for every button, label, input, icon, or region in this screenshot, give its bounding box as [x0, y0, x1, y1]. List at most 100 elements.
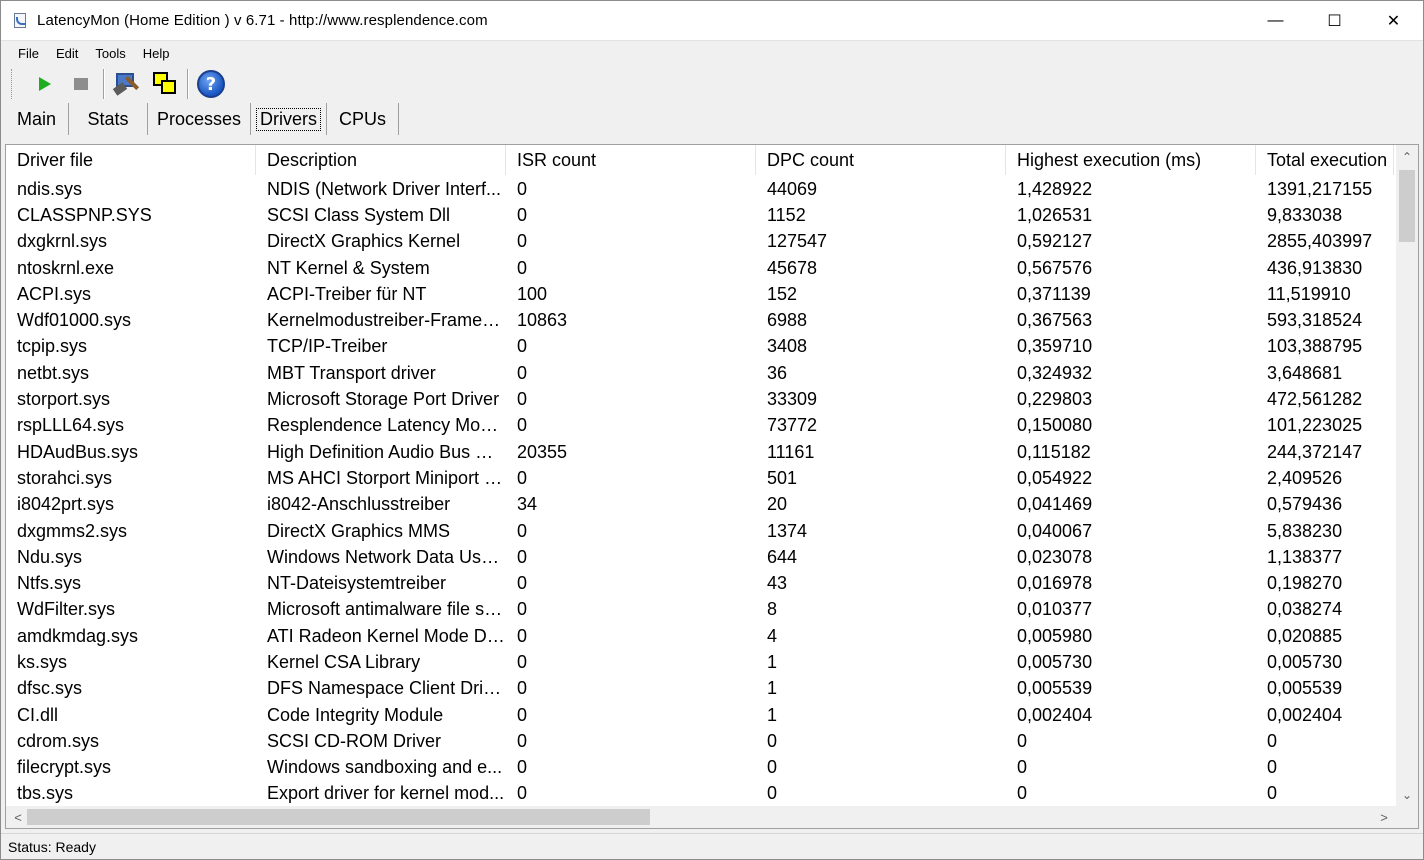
cell-highest-execution: 0,005730 — [1017, 651, 1093, 672]
scroll-right-icon[interactable]: > — [1374, 806, 1394, 828]
vertical-scroll-thumb[interactable] — [1399, 170, 1415, 242]
tab-cpus[interactable]: CPUs — [327, 103, 399, 135]
cell-highest-execution: 0,016978 — [1017, 573, 1093, 594]
table-row[interactable]: Ntfs.sys NT-Dateisystemtreiber 0 43 0,016978… — [6, 570, 1394, 596]
table-row[interactable]: dxgmms2.sys DirectX Graphics MMS 0 1374 0,04… — [6, 518, 1394, 544]
tools-button[interactable] — [108, 68, 146, 100]
table-row[interactable]: WdFilter.sys Microsoft antimalware file s… — [6, 597, 1394, 623]
cell-total-execution: 436,913830 — [1267, 257, 1363, 278]
menu-file[interactable]: File — [7, 46, 45, 61]
cell-dpc-count: 20 — [767, 494, 788, 515]
tab-processes[interactable]: Processes — [148, 103, 251, 135]
cell-driver-file: CI.dll — [17, 704, 59, 725]
cell-total-execution: 0,038274 — [1267, 599, 1343, 620]
stop-icon — [74, 78, 88, 90]
scroll-left-icon[interactable]: < — [8, 806, 28, 828]
cell-dpc-count: 0 — [767, 783, 778, 804]
drivers-list[interactable]: Driver file Description ISR count DPC co… — [5, 144, 1419, 829]
minimize-button[interactable]: — — [1246, 1, 1305, 40]
cell-dpc-count: 644 — [767, 546, 798, 567]
table-row[interactable]: netbt.sys MBT Transport driver 0 36 0,324932… — [6, 360, 1394, 386]
table-row[interactable]: ACPI.sys ACPI-Treiber für NT 100 152 0,37113… — [6, 281, 1394, 307]
table-row[interactable]: filecrypt.sys Windows sandboxing and e...… — [6, 755, 1394, 781]
column-header-total-execution[interactable]: Total execution ( — [1256, 145, 1394, 175]
help-button[interactable]: ? — [192, 68, 230, 100]
cell-highest-execution: 0,371139 — [1017, 283, 1091, 304]
table-row[interactable]: Wdf01000.sys Kernelmodustreiber-Framew...… — [6, 307, 1394, 333]
column-header-description[interactable]: Description — [256, 145, 506, 175]
title-bar[interactable]: LatencyMon (Home Edition ) v 6.71 - http… — [1, 1, 1423, 40]
menu-edit[interactable]: Edit — [45, 46, 84, 61]
cell-description: MBT Transport driver — [267, 362, 436, 383]
cell-driver-file: Wdf01000.sys — [17, 310, 132, 331]
table-row[interactable]: dxgkrnl.sys DirectX Graphics Kernel 0 12754… — [6, 229, 1394, 255]
column-header-dpc-count[interactable]: DPC count — [756, 145, 1006, 175]
cell-highest-execution: 1,026531 — [1017, 204, 1093, 225]
cell-dpc-count: 3408 — [767, 336, 808, 357]
cell-isr-count: 0 — [517, 178, 528, 199]
cell-driver-file: dxgmms2.sys — [17, 520, 128, 541]
table-row[interactable]: HDAudBus.sys High Definition Audio Bus Dr… — [6, 439, 1394, 465]
tab-main[interactable]: Main — [5, 103, 69, 135]
cell-dpc-count: 0 — [767, 730, 778, 751]
table-row[interactable]: rspLLL64.sys Resplendence Latency Monit..… — [6, 413, 1394, 439]
scroll-up-icon[interactable]: ⌃ — [1396, 147, 1418, 167]
cell-isr-count: 0 — [517, 757, 528, 778]
menu-help[interactable]: Help — [132, 46, 176, 61]
tab-strip: Main Stats Processes Drivers CPUs — [1, 103, 1423, 135]
table-row[interactable]: ks.sys Kernel CSA Library 0 1 0,005730 0,0057… — [6, 649, 1394, 675]
cell-description: TCP/IP-Treiber — [267, 336, 388, 357]
menu-tools[interactable]: Tools — [84, 46, 131, 61]
play-icon — [39, 77, 51, 91]
toolbar-grip[interactable] — [11, 69, 14, 99]
table-row[interactable]: amdkmdag.sys ATI Radeon Kernel Mode Dri..… — [6, 623, 1394, 649]
cell-description: DirectX Graphics Kernel — [267, 231, 461, 252]
start-monitor-button[interactable] — [24, 68, 62, 100]
windows-button[interactable] — [146, 68, 184, 100]
table-row[interactable]: ndis.sys NDIS (Network Driver Interf... 0 4… — [6, 176, 1394, 202]
cell-driver-file: filecrypt.sys — [17, 757, 112, 778]
cell-description: ATI Radeon Kernel Mode Dri... — [267, 625, 506, 646]
cell-isr-count: 0 — [517, 730, 528, 751]
minimize-icon: — — [1267, 11, 1284, 29]
cell-highest-execution: 0,592127 — [1017, 231, 1093, 252]
horizontal-scrollbar[interactable]: < > — [6, 806, 1396, 828]
table-row[interactable]: ntoskrnl.exe NT Kernel & System 0 45678 0,56… — [6, 255, 1394, 281]
table-row[interactable]: storport.sys Microsoft Storage Port Drive… — [6, 386, 1394, 412]
cell-highest-execution: 0,023078 — [1017, 546, 1093, 567]
toolbar-separator — [187, 69, 189, 99]
table-row[interactable]: storahci.sys MS AHCI Storport Miniport D.… — [6, 465, 1394, 491]
tab-stats[interactable]: Stats — [69, 103, 148, 135]
maximize-button[interactable]: ☐ — [1305, 1, 1364, 40]
cell-total-execution: 0 — [1267, 730, 1278, 751]
cell-dpc-count: 152 — [767, 283, 798, 304]
cell-description: Kernel CSA Library — [267, 651, 421, 672]
cell-highest-execution: 0 — [1017, 783, 1028, 804]
table-row[interactable]: tbs.sys Export driver for kernel mod... 0 0… — [6, 781, 1394, 807]
horizontal-scroll-thumb[interactable] — [27, 809, 650, 825]
cell-total-execution: 1,138377 — [1267, 546, 1343, 567]
table-row[interactable]: CLASSPNP.SYS SCSI Class System Dll 0 1152 1,… — [6, 202, 1394, 228]
table-row[interactable]: tcpip.sys TCP/IP-Treiber 0 3408 0,359710 103,… — [6, 334, 1394, 360]
cell-isr-count: 0 — [517, 625, 528, 646]
table-row[interactable]: Ndu.sys Windows Network Data Usa... 0 644 0,… — [6, 544, 1394, 570]
tab-drivers[interactable]: Drivers — [251, 103, 327, 135]
close-icon: ✕ — [1386, 12, 1401, 30]
table-row[interactable]: cdrom.sys SCSI CD-ROM Driver 0 0 0 0 — [6, 728, 1394, 754]
cell-isr-count: 0 — [517, 362, 528, 383]
cell-highest-execution: 0 — [1017, 757, 1028, 778]
column-header-driver-file[interactable]: Driver file — [6, 145, 256, 175]
app-window: LatencyMon (Home Edition ) v 6.71 - http… — [0, 0, 1424, 860]
close-button[interactable]: ✕ — [1364, 1, 1423, 40]
cell-description: MS AHCI Storport Miniport D... — [267, 467, 506, 488]
stop-monitor-button[interactable] — [62, 68, 100, 100]
table-row[interactable]: i8042prt.sys i8042-Anschlusstreiber 34 20 0,… — [6, 492, 1394, 518]
column-header-highest-execution[interactable]: Highest execution (ms) — [1006, 145, 1256, 175]
vertical-scrollbar[interactable]: ⌃ ⌄ — [1396, 145, 1418, 807]
table-row[interactable]: CI.dll Code Integrity Module 0 1 0,002404 0,0… — [6, 702, 1394, 728]
scroll-down-icon[interactable]: ⌄ — [1396, 785, 1418, 805]
tools-icon — [112, 71, 140, 97]
table-row[interactable]: dfsc.sys DFS Namespace Client Driver 0 1 0,0… — [6, 676, 1394, 702]
cell-driver-file: Ndu.sys — [17, 546, 83, 567]
column-header-isr-count[interactable]: ISR count — [506, 145, 756, 175]
